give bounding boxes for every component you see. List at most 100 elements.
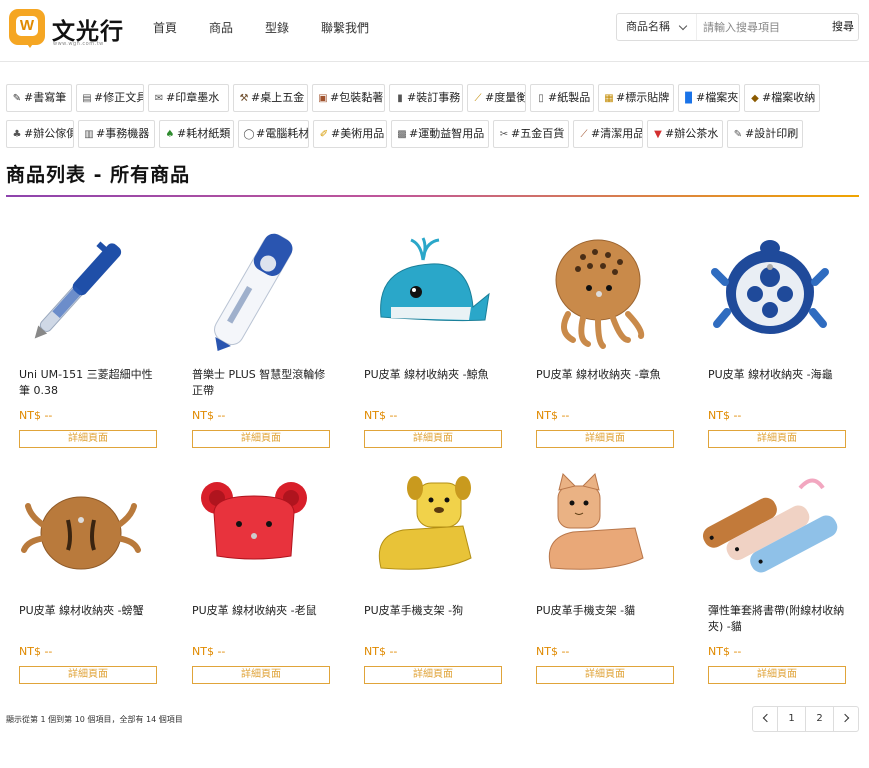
tag-stamp[interactable]: ✉ #印章墨水 xyxy=(148,84,229,112)
product-name[interactable]: PU皮革 線材收納夾 -螃蟹 xyxy=(19,603,157,619)
tag-label: #辦公茶水 xyxy=(665,127,719,140)
detail-page-button[interactable]: 詳細頁面 xyxy=(364,666,502,684)
tag-label: #紙製品 xyxy=(548,91,591,104)
tag-machine[interactable]: ▥ #事務機器 xyxy=(78,120,155,148)
tag-label: #標示貼牌 xyxy=(616,91,670,104)
tag-broom[interactable]: ⟋ #清潔用品 xyxy=(573,120,643,148)
tag-correction[interactable]: ▤ #修正文具 xyxy=(76,84,144,112)
tag-folder[interactable]: ▉ #檔案夾 xyxy=(678,84,740,112)
tag-hammer[interactable]: ⚒ #桌上五金 xyxy=(233,84,308,112)
product-image-dog-stand[interactable] xyxy=(351,458,501,593)
page-1-button[interactable]: 1 xyxy=(777,706,806,732)
machine-icon: ▥ xyxy=(84,129,94,140)
next-page-button[interactable] xyxy=(833,706,859,732)
title-divider xyxy=(6,195,859,197)
nav-catalog[interactable]: 型錄 xyxy=(265,19,289,36)
product-price: NT$ -- xyxy=(536,645,570,658)
search-button[interactable]: 搜尋 xyxy=(832,18,854,34)
search-field-select[interactable]: 商品名稱 xyxy=(617,14,697,40)
tag-pencil[interactable]: ✐ #美術用品 xyxy=(313,120,387,148)
tag-label: #度量衡 xyxy=(485,91,526,104)
detail-page-button[interactable]: 詳細頁面 xyxy=(364,430,502,448)
product-image-octopus-clip[interactable] xyxy=(523,222,673,357)
detail-page-button[interactable]: 詳細頁面 xyxy=(536,430,674,448)
header: W 文光行 www.wgn.com.tw 首頁 商品 型錄 聯繫我們 商品名稱 … xyxy=(0,0,869,62)
tag-label: #辦公傢俱 xyxy=(24,127,74,140)
product-image-cat-pen-sleeves[interactable] xyxy=(695,458,845,593)
product-name[interactable]: PU皮革 線材收納夾 -老鼠 xyxy=(192,603,330,619)
product-name[interactable]: Uni UM-151 三菱超細中性筆 0.38 xyxy=(19,367,157,399)
tag-label: #書寫筆 xyxy=(24,91,67,104)
nav-contact[interactable]: 聯繫我們 xyxy=(321,19,369,36)
tag-storage[interactable]: ◆ #檔案收納 xyxy=(744,84,820,112)
tag-ruler[interactable]: ⟋ #度量衡 xyxy=(467,84,526,112)
product-name[interactable]: 普樂士 PLUS 智慧型滾輪修正帶 xyxy=(192,367,330,399)
tag-label: #檔案收納 xyxy=(762,91,816,104)
page-2-button[interactable]: 2 xyxy=(805,706,834,732)
design-icon: ✎ xyxy=(733,129,743,140)
pagination-info: 顯示從第 1 個到第 10 個項目，全部有 14 個項目 xyxy=(6,715,183,724)
chevron-right-icon xyxy=(840,713,849,723)
tag-pen[interactable]: ✎ #書寫筆 xyxy=(6,84,72,112)
logo[interactable]: W 文光行 www.wgn.com.tw xyxy=(9,9,129,49)
tag-label: #清潔用品 xyxy=(591,127,643,140)
tag-mouse[interactable]: ◯#電腦耗材 xyxy=(238,120,309,148)
tag-label[interactable]: ▦ #標示貼牌 xyxy=(598,84,674,112)
detail-page-button[interactable]: 詳細頁面 xyxy=(536,666,674,684)
tag-cup[interactable]: ▼ #辦公茶水 xyxy=(647,120,723,148)
sports-icon: ▩ xyxy=(397,129,407,140)
nav-home[interactable]: 首頁 xyxy=(153,19,177,36)
cup-icon: ▼ xyxy=(654,129,662,140)
tag-label: #桌上五金 xyxy=(251,91,305,104)
chevron-left-icon xyxy=(762,713,771,723)
product-image-blue-gel-pen[interactable] xyxy=(6,222,156,357)
product-name[interactable]: PU皮革手機支架 -狗 xyxy=(364,603,502,619)
product-price: NT$ -- xyxy=(708,645,742,658)
product-image-whale-clip[interactable] xyxy=(351,222,501,357)
tag-furniture[interactable]: ♣ #辦公傢俱 xyxy=(6,120,74,148)
tag-tree[interactable]: ♠ #耗材紙類 xyxy=(159,120,234,148)
detail-page-button[interactable]: 詳細頁面 xyxy=(708,430,846,448)
tag-sports[interactable]: ▩ #運動益智用品 xyxy=(391,120,489,148)
tag-label: #檔案夾 xyxy=(696,91,739,104)
tag-label: #美術用品 xyxy=(331,127,385,140)
nav-products[interactable]: 商品 xyxy=(209,19,233,36)
detail-page-button[interactable]: 詳細頁面 xyxy=(192,666,330,684)
tag-design[interactable]: ✎ #設計印刷 xyxy=(727,120,803,148)
product-image-turtle-clip[interactable] xyxy=(695,222,845,357)
product-name[interactable]: PU皮革 線材收納夾 -鯨魚 xyxy=(364,367,502,383)
prev-page-button[interactable] xyxy=(752,706,778,732)
product-image-correction-tape[interactable] xyxy=(179,222,329,357)
detail-page-button[interactable]: 詳細頁面 xyxy=(708,666,846,684)
tag-label: #運動益智用品 xyxy=(409,127,485,140)
detail-page-button[interactable]: 詳細頁面 xyxy=(192,430,330,448)
tag-stapler[interactable]: ▮ #裝訂事務 xyxy=(389,84,463,112)
tag-package[interactable]: ▣ #包裝黏著 xyxy=(312,84,385,112)
page-title: 商品列表 - 所有商品 xyxy=(6,164,191,186)
product-price: NT$ -- xyxy=(536,409,570,422)
detail-page-button[interactable]: 詳細頁面 xyxy=(19,666,157,684)
search-input[interactable] xyxy=(703,17,823,37)
product-image-mouse-clip[interactable] xyxy=(179,458,329,593)
tag-tools[interactable]: ✂ #五金百貨 xyxy=(493,120,569,148)
stamp-icon: ✉ xyxy=(154,93,164,104)
product-image-cat-stand[interactable] xyxy=(523,458,673,593)
tag-label: #設計印刷 xyxy=(745,127,799,140)
label-icon: ▦ xyxy=(604,93,614,104)
tag-label: #修正文具 xyxy=(94,91,144,104)
product-name[interactable]: PU皮革 線材收納夾 -海龜 xyxy=(708,367,846,383)
broom-icon: ⟋ xyxy=(580,129,588,140)
search-bar: 商品名稱 搜尋 xyxy=(616,13,859,41)
folder-icon: ▉ xyxy=(685,93,693,104)
product-name[interactable]: PU皮革手機支架 -貓 xyxy=(536,603,674,619)
product-name[interactable]: 彈性筆套將書帶(附線材收納夾) -貓 xyxy=(708,603,846,635)
detail-page-button[interactable]: 詳細頁面 xyxy=(19,430,157,448)
product-price: NT$ -- xyxy=(19,645,53,658)
chevron-down-icon xyxy=(678,21,688,31)
logo-url: www.wgn.com.tw xyxy=(53,41,104,47)
product-image-crab-clip[interactable] xyxy=(6,458,156,593)
package-icon: ▣ xyxy=(318,93,328,104)
product-name[interactable]: PU皮革 線材收納夾 -章魚 xyxy=(536,367,674,383)
tag-paper[interactable]: ▯ #紙製品 xyxy=(530,84,594,112)
tree-icon: ♠ xyxy=(165,129,175,140)
